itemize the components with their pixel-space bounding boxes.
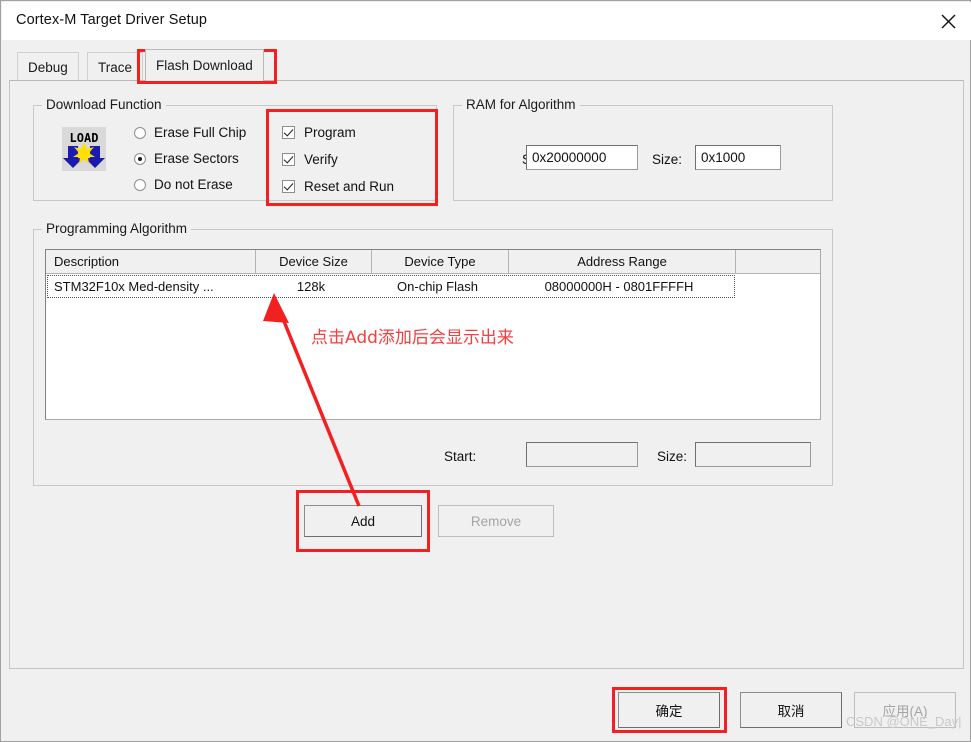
ram-start-input[interactable] <box>526 145 638 170</box>
checkbox-reset-and-run[interactable]: Reset and Run <box>282 179 394 194</box>
ok-button[interactable]: 确定 <box>618 692 720 728</box>
title-bar: Cortex-M Target Driver Setup <box>2 2 971 40</box>
target-driver-setup-dialog: Cortex-M Target Driver Setup Debug Trace… <box>0 0 971 742</box>
checkbox-reset-and-run-label: Reset and Run <box>304 179 395 194</box>
checkbox-program[interactable]: Program <box>282 125 356 140</box>
table-header-row: Description Device Size Device Type Addr… <box>46 250 820 274</box>
tab-debug[interactable]: Debug <box>17 52 79 81</box>
radio-erase-full-chip[interactable]: Erase Full Chip <box>134 125 246 140</box>
radio-do-not-erase-label: Do not Erase <box>154 177 233 192</box>
radio-do-not-erase-mark <box>134 178 146 191</box>
checkbox-program-mark <box>282 126 295 139</box>
annotation-note: 点击Add添加后会显示出来 <box>311 328 514 348</box>
load-icon: LOAD <box>58 125 110 173</box>
column-header-device-size[interactable]: Device Size <box>256 250 372 273</box>
ok-button-label: 确定 <box>655 704 683 719</box>
algorithm-size-input[interactable] <box>695 442 811 467</box>
remove-button: Remove <box>438 505 554 537</box>
cell-description: STM32F10x Med-density ... <box>54 279 214 294</box>
page-title: Cortex-M Target Driver Setup <box>16 12 208 28</box>
add-button-label: Add <box>350 513 376 529</box>
cell-device-size: 128k <box>296 279 326 294</box>
ram-size-input[interactable] <box>695 145 781 170</box>
programming-algorithm-legend: Programming Algorithm <box>42 221 192 236</box>
tab-flash-download-label: Flash Download <box>156 58 253 73</box>
tab-trace-label: Trace <box>98 59 133 75</box>
checkbox-reset-and-run-mark <box>282 180 295 193</box>
tab-strip: Debug Trace Flash Download <box>9 49 964 81</box>
ram-size-label: Size: <box>652 152 683 167</box>
algorithm-size-label: Size: <box>657 449 688 464</box>
ram-for-algorithm-legend: RAM for Algorithm <box>462 97 580 112</box>
close-icon[interactable] <box>925 2 971 40</box>
column-header-device-type[interactable]: Device Type <box>372 250 509 273</box>
algorithm-start-input[interactable] <box>526 442 638 467</box>
radio-erase-full-chip-label: Erase Full Chip <box>154 125 247 140</box>
cell-device-type: On-chip Flash <box>397 279 478 294</box>
tab-debug-label: Debug <box>28 59 68 75</box>
checkbox-program-label: Program <box>304 125 356 140</box>
column-header-address-range[interactable]: Address Range <box>509 250 736 273</box>
tab-trace[interactable]: Trace <box>87 52 144 81</box>
cancel-button[interactable]: 取消 <box>740 692 842 728</box>
checkbox-verify[interactable]: Verify <box>282 152 338 167</box>
cell-address-range: 08000000H - 0801FFFFH <box>544 279 694 294</box>
radio-erase-sectors-mark <box>134 152 146 165</box>
cancel-button-label: 取消 <box>777 704 805 719</box>
table-row[interactable]: STM32F10x Med-density ... 128k On-chip F… <box>47 275 735 298</box>
radio-do-not-erase[interactable]: Do not Erase <box>134 177 233 192</box>
checkbox-verify-label: Verify <box>304 152 338 167</box>
watermark: CSDN @ONE_Day| <box>846 714 962 729</box>
radio-erase-sectors-label: Erase Sectors <box>154 151 239 166</box>
checkbox-verify-mark <box>282 153 295 166</box>
radio-erase-sectors[interactable]: Erase Sectors <box>134 151 239 166</box>
column-header-description[interactable]: Description <box>46 250 256 273</box>
radio-erase-full-chip-mark <box>134 126 146 139</box>
add-button[interactable]: Add <box>304 505 422 537</box>
remove-button-label: Remove <box>470 513 522 529</box>
column-header-extra[interactable] <box>736 250 820 273</box>
algorithm-start-label: Start: <box>444 449 477 464</box>
tab-flash-download[interactable]: Flash Download <box>145 49 264 81</box>
download-function-legend: Download Function <box>42 97 166 112</box>
